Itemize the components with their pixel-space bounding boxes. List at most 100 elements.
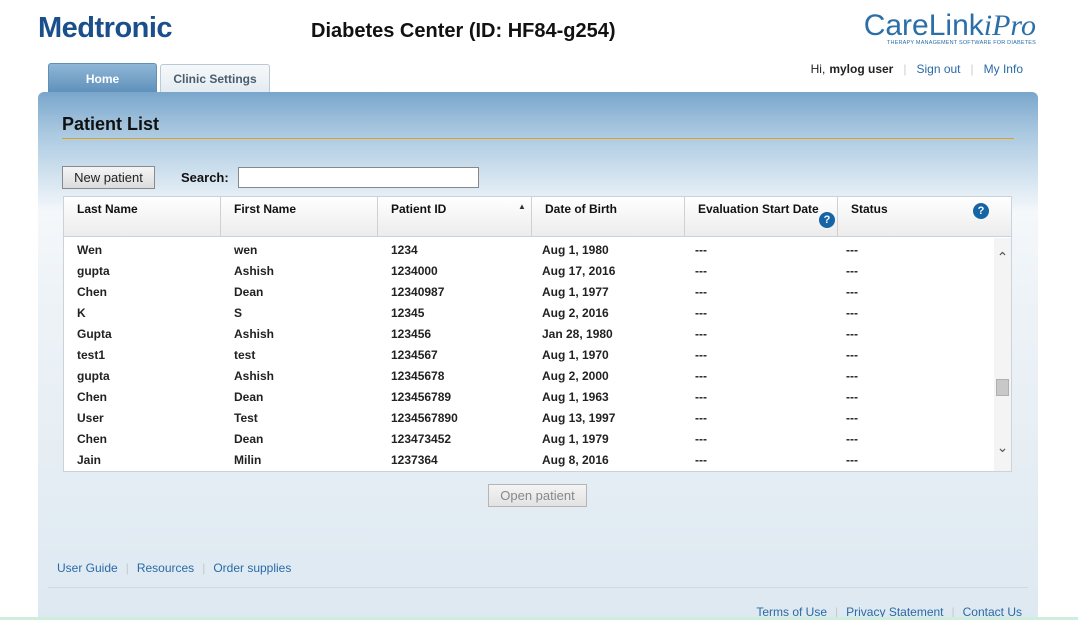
- medtronic-logo: Medtronic: [38, 12, 173, 44]
- tab-clinic-settings[interactable]: Clinic Settings: [160, 64, 270, 93]
- page: Medtronic Diabetes Center (ID: HF84-g254…: [0, 0, 1078, 620]
- first-name-cell: Dean: [234, 285, 264, 299]
- resources-link[interactable]: Resources: [137, 561, 194, 575]
- separator: |: [125, 561, 129, 575]
- footer-divider: [48, 587, 1028, 588]
- carelink-tagline: THERAPY MANAGEMENT SOFTWARE FOR DIABETES: [886, 40, 1036, 46]
- last-name-cell: gupta: [77, 264, 110, 278]
- table-row[interactable]: gupta Ashish 1234000 Aug 17, 2016 --- ---: [64, 261, 994, 282]
- status-cell: ---: [846, 369, 858, 383]
- date-of-birth-cell: Aug 2, 2016: [542, 306, 609, 320]
- patient-id-header-label: Patient ID: [391, 202, 447, 216]
- date-of-birth-cell: Aug 1, 1977: [542, 285, 609, 299]
- tab-home[interactable]: Home: [48, 63, 157, 93]
- last-name-cell: gupta: [77, 369, 110, 383]
- my-info-link[interactable]: My Info: [984, 62, 1023, 76]
- evaluation-start-date-cell: ---: [695, 264, 707, 278]
- table-row[interactable]: Wen wen 1234 Aug 1, 1980 --- ---: [64, 240, 994, 261]
- table-row[interactable]: Chen Dean 123473452 Aug 1, 1979 --- ---: [64, 429, 994, 450]
- evaluation-start-date-cell: ---: [695, 243, 707, 257]
- last-name-cell: Gupta: [77, 327, 112, 341]
- evaluation-start-date-cell: ---: [695, 327, 707, 341]
- carelink-ipro-logo: CareLinkiPro THERAPY MANAGEMENT SOFTWARE…: [863, 9, 1036, 47]
- column-header-status[interactable]: Status ?: [838, 197, 1011, 237]
- carelink-logo-text: CareLink: [863, 9, 984, 42]
- table-row[interactable]: K S 12345 Aug 2, 2016 --- ---: [64, 303, 994, 324]
- table-header: Last Name First Name Patient ID ▲ Date o…: [64, 197, 1011, 237]
- bottom-links: User Guide | Resources | Order supplies: [57, 561, 291, 575]
- sort-ascending-icon: ▲: [518, 202, 526, 211]
- last-name-cell: Jain: [77, 453, 102, 467]
- date-of-birth-cell: Aug 13, 1997: [542, 411, 616, 425]
- last-name-cell: User: [77, 411, 104, 425]
- page-title: Diabetes Center (ID: HF84-g254): [311, 20, 616, 42]
- evaluation-start-date-cell: ---: [695, 369, 707, 383]
- table-scrollbar[interactable]: ⌃ ⌄: [994, 238, 1011, 471]
- column-header-evaluation-start-date[interactable]: Evaluation Start Date ?: [685, 197, 838, 237]
- column-header-last-name[interactable]: Last Name: [64, 197, 221, 237]
- patient-id-cell: 12345678: [391, 369, 445, 383]
- scroll-up-chevron-icon[interactable]: ⌃: [996, 249, 1009, 265]
- help-icon[interactable]: ?: [973, 203, 989, 219]
- status-cell: ---: [846, 348, 858, 362]
- main-tabs: Home Clinic Settings: [48, 63, 270, 93]
- last-name-cell: Wen: [77, 243, 103, 257]
- date-of-birth-cell: Jan 28, 1980: [542, 327, 613, 341]
- first-name-cell: Milin: [234, 453, 262, 467]
- separator: |: [903, 62, 907, 76]
- evaluation-start-date-cell: ---: [695, 348, 707, 362]
- first-name-cell: wen: [234, 243, 258, 257]
- patient-list-title: Patient List: [62, 114, 160, 134]
- last-name-cell: Chen: [77, 390, 107, 404]
- status-cell: ---: [846, 432, 858, 446]
- date-of-birth-cell: Aug 1, 1979: [542, 432, 609, 446]
- user-guide-link[interactable]: User Guide: [57, 561, 118, 575]
- table-body: Wen wen 1234 Aug 1, 1980 --- --- gupta Ashish 12…: [64, 240, 994, 471]
- date-of-birth-cell: Aug 8, 2016: [542, 453, 609, 467]
- first-name-cell: test: [234, 348, 256, 362]
- patient-id-cell: 12340987: [391, 285, 445, 299]
- first-name-cell: Ashish: [234, 327, 275, 341]
- patient-id-cell: 1234000: [391, 264, 438, 278]
- user-links: Hi, mylog user | Sign out | My Info: [811, 62, 1023, 76]
- scroll-thumb[interactable]: [996, 379, 1009, 396]
- status-cell: ---: [846, 327, 858, 341]
- last-name-cell: Chen: [77, 285, 107, 299]
- column-header-patient-id[interactable]: Patient ID ▲: [378, 197, 532, 237]
- help-icon[interactable]: ?: [819, 212, 835, 228]
- date-of-birth-cell: Aug 1, 1963: [542, 390, 609, 404]
- open-patient-button[interactable]: Open patient: [488, 484, 587, 507]
- table-row[interactable]: Chen Dean 123456789 Aug 1, 1963 --- ---: [64, 387, 994, 408]
- table-row[interactable]: User Test 1234567890 Aug 13, 1997 --- ---: [64, 408, 994, 429]
- column-header-first-name[interactable]: First Name: [221, 197, 378, 237]
- order-supplies-link[interactable]: Order supplies: [213, 561, 291, 575]
- patient-table: Last Name First Name Patient ID ▲ Date o…: [63, 196, 1012, 472]
- evaluation-start-date-label: Evaluation Start Date: [698, 202, 819, 216]
- first-name-cell: Dean: [234, 432, 264, 446]
- table-row[interactable]: Jain Milin 1237364 Aug 8, 2016 --- ---: [64, 450, 994, 471]
- table-row[interactable]: gupta Ashish 12345678 Aug 2, 2000 --- ---: [64, 366, 994, 387]
- username: mylog user: [829, 62, 894, 76]
- first-name-cell: Ashish: [234, 369, 275, 383]
- search-input[interactable]: [238, 167, 479, 188]
- status-cell: ---: [846, 306, 858, 320]
- patient-id-cell: 1237364: [391, 453, 438, 467]
- date-of-birth-cell: Aug 1, 1970: [542, 348, 609, 362]
- first-name-cell: Ashish: [234, 264, 275, 278]
- patient-id-cell: 12345: [391, 306, 425, 320]
- table-row[interactable]: Chen Dean 12340987 Aug 1, 1977 --- ---: [64, 282, 994, 303]
- status-header-label: Status: [851, 202, 888, 216]
- evaluation-start-date-cell: ---: [695, 453, 707, 467]
- table-row[interactable]: Gupta Ashish 123456 Jan 28, 1980 --- ---: [64, 324, 994, 345]
- separator: |: [970, 62, 974, 76]
- table-row[interactable]: test1 test 1234567 Aug 1, 1970 --- ---: [64, 345, 994, 366]
- sign-out-link[interactable]: Sign out: [916, 62, 960, 76]
- date-of-birth-cell: Aug 17, 2016: [542, 264, 616, 278]
- greeting-text: Hi,: [810, 62, 826, 76]
- status-cell: ---: [846, 453, 858, 467]
- new-patient-button[interactable]: New patient: [62, 166, 155, 189]
- search-label: Search:: [181, 170, 229, 185]
- scroll-down-chevron-icon[interactable]: ⌄: [996, 439, 1009, 455]
- column-header-date-of-birth[interactable]: Date of Birth: [532, 197, 685, 237]
- patient-id-cell: 123473452: [391, 432, 452, 446]
